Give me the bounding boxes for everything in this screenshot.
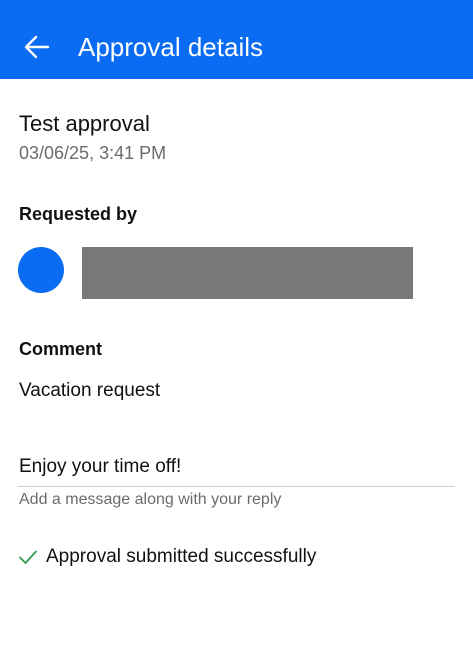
avatar[interactable] [18, 247, 64, 293]
reply-hint: Add a message along with your reply [19, 491, 282, 508]
comment-text: Vacation request [19, 380, 161, 401]
requested-by-label: Requested by [19, 204, 138, 224]
approval-timestamp: 03/06/25, 3:41 PM [19, 143, 167, 163]
approval-title: Test approval [19, 111, 150, 136]
comment-label: Comment [19, 339, 103, 359]
status-message: Approval submitted successfully [18, 545, 316, 569]
requester-name-redacted [82, 247, 413, 299]
reply-message-input[interactable] [18, 447, 455, 487]
status-text: Approval submitted successfully [46, 546, 317, 567]
checkmark-icon [19, 550, 37, 564]
arrow-left-icon [24, 35, 50, 59]
back-button[interactable] [14, 24, 60, 70]
page-title: Approval details [78, 32, 263, 62]
app-bar: Approval details [0, 0, 473, 79]
